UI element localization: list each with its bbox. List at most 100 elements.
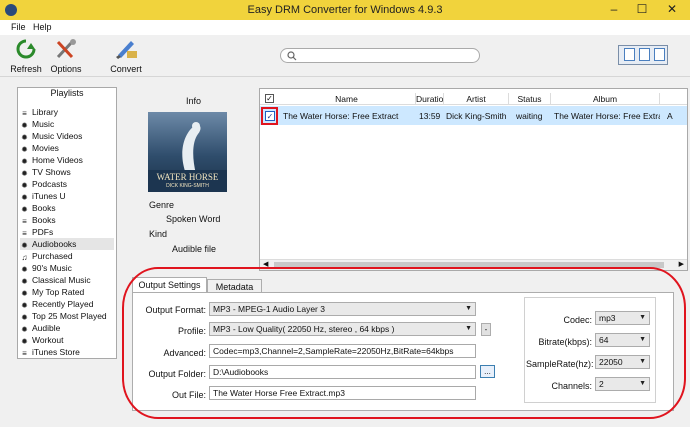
minimize-button[interactable]: – [600,0,628,20]
refresh-button[interactable]: Refresh [6,37,46,74]
row-extra: A [667,111,673,121]
sidebar-item-label: Workout [32,335,64,345]
sidebar-item[interactable]: ✹ Classical Music [20,274,114,286]
sidebar-item[interactable]: ✹ TV Shows [20,166,114,178]
cover-title: WATER HORSE [156,172,219,182]
album-cover: WATER HORSE DICK KING-SMITH [148,112,227,192]
select-all-checkbox[interactable]: ✓ [265,94,274,103]
gear-icon: ✹ [21,301,28,310]
column-status[interactable]: Status [509,93,551,105]
note-icon: ♫ [21,253,28,262]
view-left-pane-icon[interactable] [624,48,635,61]
sidebar-item[interactable]: ✹ Workout [20,334,114,346]
sidebar-item-label: My Top Rated [32,287,85,297]
sidebar-item[interactable]: ≡ iTunes Store [20,346,114,358]
gear-icon: ✹ [21,145,28,154]
list-icon: ≡ [22,109,27,118]
refresh-icon [16,39,36,59]
row-status: waiting [516,111,543,121]
sidebar-item[interactable]: ✹ Books [20,202,114,214]
sidebar-item-label: Books [32,203,56,213]
sidebar-item-label: Movies [32,143,59,153]
menu-bar [0,20,690,35]
tools-icon [56,39,76,59]
sidebar-item-label: PDFs [32,227,54,237]
close-button[interactable]: ✕ [656,0,688,20]
gear-icon: ✹ [21,337,28,346]
gear-icon: ✹ [21,181,28,190]
row-checkbox[interactable]: ✓ [265,111,275,121]
options-label: Options [50,64,82,74]
search-icon [287,51,297,61]
sidebar-item[interactable]: ✹ iTunes U [20,190,114,202]
sidebar-item-label: iTunes U [32,191,66,201]
sidebar-item[interactable]: ✹ Recently Played [20,298,114,310]
search-input[interactable] [280,48,480,63]
sidebar-item[interactable]: ≡ Books [20,214,114,226]
gear-icon: ✹ [21,313,28,322]
gear-icon: ✹ [21,241,28,250]
column-album[interactable]: Album [551,93,660,105]
kind-value: Audible file [172,244,217,254]
convert-button[interactable]: Convert [106,37,146,74]
sidebar-item[interactable]: ≡ PDFs [20,226,114,238]
sidebar-item-label: Podcasts [32,179,67,189]
maximize-button[interactable]: ☐ [628,0,656,20]
list-icon: ≡ [22,229,27,238]
list-icon: ≡ [22,217,27,226]
sidebar-item[interactable]: ✹ Podcasts [20,178,114,190]
sidebar-item[interactable]: ✹ Music [20,118,114,130]
sidebar-item[interactable]: ✹ Audiobooks [20,238,114,250]
sidebar-item[interactable]: ✹ 90's Music [20,262,114,274]
sidebar-item[interactable]: ✹ Music Videos [20,130,114,142]
sidebar-item[interactable]: ✹ My Top Rated [20,286,114,298]
sidebar-item[interactable]: ✹ Movies [20,142,114,154]
view-right-pane-icon[interactable] [654,48,665,61]
column-name[interactable]: Name [278,93,416,105]
row-name: The Water Horse: Free Extract [283,111,399,121]
row-artist: Dick King-Smith [446,111,507,121]
sidebar-item-label: Classical Music [32,275,91,285]
sidebar-item[interactable]: ≡ Library [20,106,114,118]
sidebar-item-label: Purchased [32,251,73,261]
sidebar-item[interactable]: ♫ Purchased [20,250,114,262]
gear-icon: ✹ [21,133,28,142]
sidebar-item-label: Audiobooks [32,239,77,249]
kind-label: Kind [149,229,168,239]
sidebar-item-label: Music [32,119,55,129]
convert-icon [116,41,137,59]
sidebar-item-label: Music Videos [32,131,83,141]
gear-icon: ✹ [21,193,28,202]
sidebar-item-label: iTunes Store [32,347,80,357]
gear-icon: ✹ [21,265,28,274]
sidebar-item-label: Home Videos [32,155,83,165]
sidebar-item[interactable]: ✹ Home Videos [20,154,114,166]
info-header: Info [186,96,202,106]
sidebar-item[interactable]: ✹ Top 25 Most Played [20,310,114,322]
gear-icon: ✹ [21,169,28,178]
menu-file[interactable]: File [11,21,26,33]
gear-icon: ✹ [21,325,28,334]
sidebar-item-label: Top 25 Most Played [32,311,107,321]
gear-icon: ✹ [21,289,28,298]
row-album: The Water Horse: Free Extract [554,111,660,121]
highlight-annotation [122,267,686,419]
view-center-pane-icon[interactable] [639,48,650,61]
sidebar-item-label: 90's Music [32,263,72,273]
sidebar-item[interactable]: ✹ Audible [20,322,114,334]
genre-value: Spoken Word [166,214,221,224]
column-duration[interactable]: Duration [416,93,444,105]
cover-author: DICK KING-SMITH [166,183,209,189]
playlists-header: Playlists [50,88,84,98]
genre-label: Genre [149,200,175,210]
column-artist[interactable]: Artist [444,93,509,105]
row-duration: 13:59 [419,111,441,121]
options-button[interactable]: Options [46,37,86,74]
sidebar-item-label: TV Shows [32,167,71,177]
refresh-label: Refresh [10,64,42,74]
sidebar-item-label: Library [32,107,58,117]
menu-help[interactable]: Help [33,21,52,33]
gear-icon: ✹ [21,121,28,130]
list-icon: ≡ [22,349,27,358]
gear-icon: ✹ [21,157,28,166]
